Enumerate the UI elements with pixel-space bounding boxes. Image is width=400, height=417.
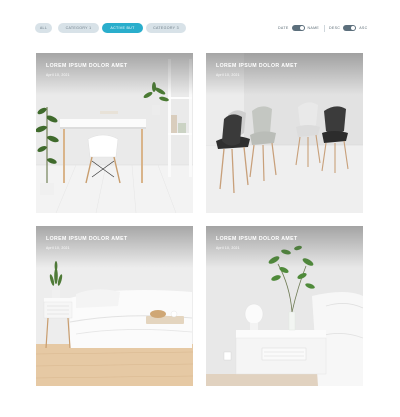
- gallery-card[interactable]: LOREM IPSUM DOLOR AMET April 10, 2021: [36, 53, 193, 213]
- card-title[interactable]: LOREM IPSUM DOLOR AMET: [46, 63, 128, 69]
- filter-active-button[interactable]: ACTIVE BUT: [102, 23, 143, 33]
- sort-order-toggle[interactable]: [343, 25, 357, 31]
- filter-all-button[interactable]: ALL: [35, 23, 52, 33]
- toggle-knob: [351, 26, 356, 30]
- card-title[interactable]: LOREM IPSUM DOLOR AMET: [216, 63, 298, 69]
- card-date: April 10, 2021: [216, 246, 240, 250]
- toggle-knob: [299, 26, 304, 30]
- filter-category-1-button[interactable]: CATEGORY 1: [58, 23, 99, 33]
- card-title[interactable]: LOREM IPSUM DOLOR AMET: [46, 236, 128, 242]
- sort-name-label[interactable]: NAME: [308, 26, 320, 30]
- sort-date-label[interactable]: DATE: [278, 26, 289, 30]
- filter-bar: ALL CATEGORY 1 ACTIVE BUT CATEGORY 3 DAT…: [35, 23, 367, 35]
- gallery-card[interactable]: LOREM IPSUM DOLOR AMET April 10, 2021: [206, 53, 363, 213]
- sort-asc-label[interactable]: ASC: [359, 26, 367, 30]
- filter-category-3-button[interactable]: CATEGORY 3: [146, 23, 186, 33]
- sort-divider: [324, 25, 325, 32]
- card-date: April 10, 2021: [46, 73, 70, 77]
- sort-field-toggle[interactable]: [291, 25, 305, 31]
- card-title[interactable]: LOREM IPSUM DOLOR AMET: [216, 236, 298, 242]
- sort-field-toggle-group: DATE NAME: [278, 23, 319, 33]
- sort-order-toggle-group: DESC ASC: [329, 23, 367, 33]
- sort-desc-label[interactable]: DESC: [329, 26, 340, 30]
- card-date: April 10, 2021: [216, 73, 240, 77]
- gallery-card[interactable]: LOREM IPSUM DOLOR AMET April 10, 2021: [36, 226, 193, 386]
- gallery-card[interactable]: LOREM IPSUM DOLOR AMET April 10, 2021: [206, 226, 363, 386]
- card-date: April 10, 2021: [46, 246, 70, 250]
